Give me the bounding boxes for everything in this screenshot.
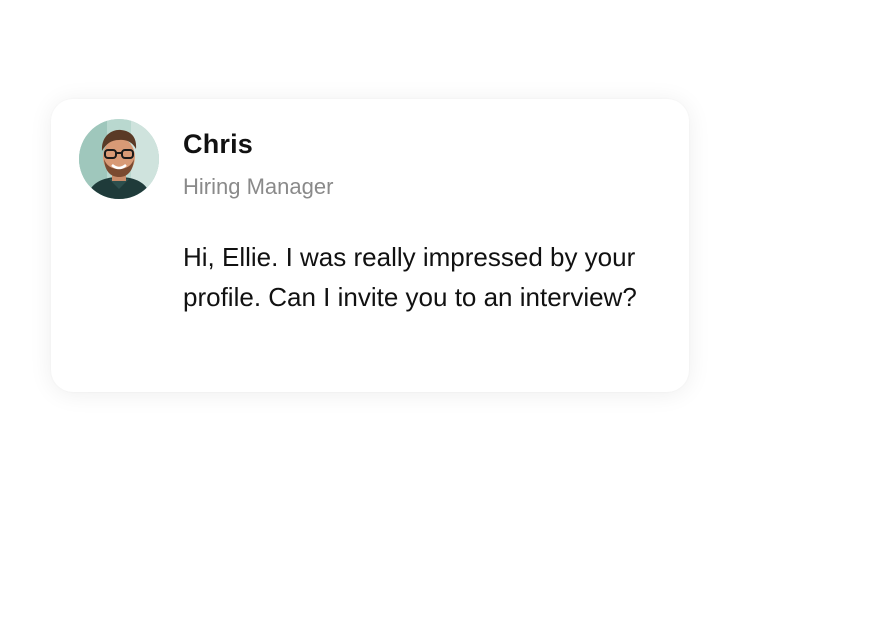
sender-name: Chris [183,129,254,159]
sender-role: Hiring Manager [183,174,334,199]
sender-avatar[interactable] [79,119,159,199]
message-text: Hi, Ellie. I was really impressed by you… [183,242,637,312]
avatar-photo-icon [79,119,159,199]
message-card: Chris Hiring Manager Hi, Ellie. I was re… [51,99,689,392]
